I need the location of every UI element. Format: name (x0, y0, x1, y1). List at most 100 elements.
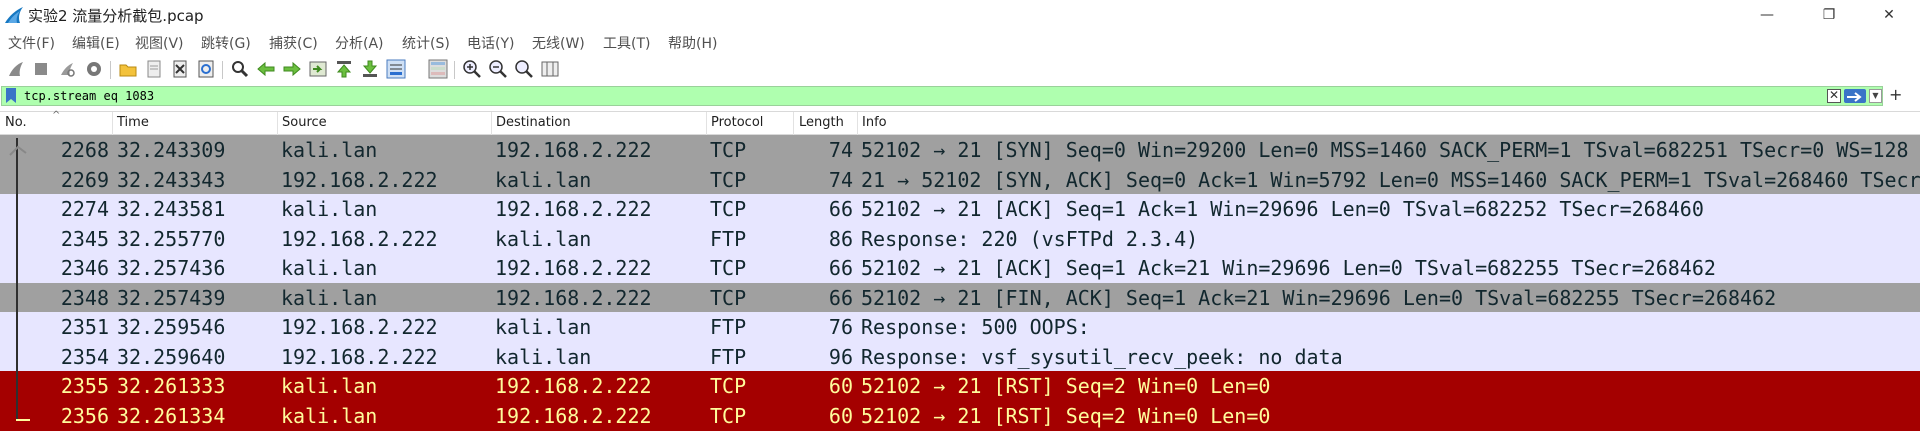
bookmark-icon[interactable] (6, 88, 16, 103)
packet-time: 32.243343 (117, 167, 226, 192)
apply-filter-button[interactable] (1844, 89, 1866, 103)
packet-time: 32.255770 (117, 226, 226, 251)
column-header-source[interactable]: Source (282, 115, 327, 130)
open-file-icon[interactable] (118, 59, 138, 79)
maximize-button[interactable]: ❐ (1800, 0, 1858, 30)
packet-protocol: TCP (710, 138, 747, 162)
packet-protocol: TCP (710, 374, 747, 398)
packet-info: 52102 → 21 [RST] Seq=2 Win=0 Len=0 (861, 403, 1271, 428)
column-divider[interactable] (112, 112, 113, 136)
packet-row[interactable]: 2345 32.255770 192.168.2.222 kali.lan FT… (0, 223, 1920, 254)
packet-row[interactable]: 2268 32.243309 kali.lan 192.168.2.222 TC… (0, 135, 1920, 165)
minimize-button[interactable]: — (1738, 0, 1796, 30)
column-divider[interactable] (277, 112, 278, 136)
packet-row[interactable]: 2348 32.257439 kali.lan 192.168.2.222 TC… (0, 282, 1920, 313)
packet-source: kali.lan (281, 197, 378, 221)
toolbar-separator (222, 61, 223, 79)
packet-protocol: FTP (710, 226, 747, 251)
toolbar-separator (110, 61, 111, 79)
colorize-icon[interactable] (428, 59, 448, 79)
packet-destination: kali.lan (495, 167, 592, 192)
packet-protocol: TCP (710, 285, 747, 310)
add-filter-button[interactable]: + (1889, 85, 1902, 104)
packet-row[interactable]: 2351 32.259546 192.168.2.222 kali.lan FT… (0, 312, 1920, 342)
autoscroll-icon[interactable] (386, 59, 406, 79)
menu-help[interactable]: 帮助(H) (668, 33, 717, 53)
packet-length: 74 (828, 138, 853, 162)
column-divider[interactable] (706, 112, 707, 136)
save-file-icon[interactable] (144, 59, 164, 79)
menu-view[interactable]: 视图(V) (135, 33, 184, 53)
close-file-icon[interactable] (170, 59, 190, 79)
column-divider[interactable] (491, 112, 492, 136)
find-packet-icon[interactable] (230, 59, 250, 79)
packet-length: 74 (828, 167, 853, 192)
packet-length: 66 (828, 197, 853, 221)
sort-ascending-icon: ^ (52, 110, 61, 121)
chevron-down-icon: ▼ (1872, 91, 1879, 100)
packet-row[interactable]: 2355 32.261333 kali.lan 192.168.2.222 TC… (0, 371, 1920, 401)
reload-file-icon[interactable] (196, 59, 216, 79)
display-filter-input[interactable]: tcp.stream eq 1083 (24, 89, 154, 103)
menu-go[interactable]: 跳转(G) (201, 33, 251, 53)
packet-row[interactable]: 2274 32.243581 kali.lan 192.168.2.222 TC… (0, 194, 1920, 224)
packet-source: 192.168.2.222 (281, 344, 438, 369)
packet-time: 32.243309 (117, 138, 226, 162)
go-to-packet-icon[interactable] (308, 59, 328, 79)
packet-destination: kali.lan (495, 226, 592, 251)
zoom-out-icon[interactable] (488, 59, 508, 79)
normal-size-icon[interactable] (514, 59, 534, 79)
start-capture-icon[interactable] (6, 59, 26, 79)
go-back-icon[interactable] (256, 59, 276, 79)
last-packet-icon[interactable] (360, 59, 380, 79)
resize-columns-icon[interactable] (540, 59, 560, 79)
packet-destination: 192.168.2.222 (495, 374, 652, 398)
column-header-protocol[interactable]: Protocol (711, 115, 763, 130)
packet-protocol: TCP (710, 197, 747, 221)
conversation-bracket-end (16, 419, 30, 421)
maximize-icon: ❐ (1822, 7, 1836, 23)
packet-info: 52102 → 21 [RST] Seq=2 Win=0 Len=0 (861, 374, 1271, 398)
packet-info: Response: 500 OOPS: (861, 315, 1090, 339)
packet-time: 32.261334 (117, 403, 226, 428)
menu-edit[interactable]: 编辑(E) (72, 33, 120, 53)
go-forward-icon[interactable] (282, 59, 302, 79)
menu-wireless[interactable]: 无线(W) (532, 33, 585, 53)
column-header-destination[interactable]: Destination (496, 115, 571, 130)
packet-row[interactable]: 2354 32.259640 192.168.2.222 kali.lan FT… (0, 341, 1920, 372)
column-header-time[interactable]: Time (117, 115, 149, 130)
packet-row[interactable]: 2269 32.243343 192.168.2.222 kali.lan TC… (0, 164, 1920, 195)
zoom-in-icon[interactable] (462, 59, 482, 79)
conversation-start-icon (9, 145, 27, 156)
menu-analyze[interactable]: 分析(A) (335, 33, 384, 53)
packet-info: Response: 220 (vsFTPd 2.3.4) (861, 226, 1199, 251)
packet-destination: 192.168.2.222 (495, 197, 652, 221)
packet-list: 2268 32.243309 kali.lan 192.168.2.222 TC… (0, 135, 1920, 435)
conversation-bracket (16, 138, 18, 421)
menu-telephony[interactable]: 电话(Y) (467, 33, 514, 53)
clear-filter-button[interactable]: ✕ (1827, 89, 1841, 103)
restart-capture-icon[interactable] (57, 59, 77, 79)
packet-row[interactable]: 2346 32.257436 kali.lan 192.168.2.222 TC… (0, 253, 1920, 283)
packet-source: 192.168.2.222 (281, 167, 438, 192)
column-header-length[interactable]: Length (799, 115, 844, 130)
first-packet-icon[interactable] (334, 59, 354, 79)
packet-row[interactable]: 2356 32.261334 kali.lan 192.168.2.222 TC… (0, 400, 1920, 431)
capture-options-icon[interactable] (84, 59, 104, 79)
column-header-info[interactable]: Info (862, 115, 887, 130)
packet-protocol: FTP (710, 344, 747, 369)
packet-time: 32.243581 (117, 197, 226, 221)
stop-capture-icon[interactable] (31, 59, 51, 79)
menu-tools[interactable]: 工具(T) (603, 33, 650, 53)
column-header-no[interactable]: No. (5, 115, 27, 130)
display-filter-bar: tcp.stream eq 1083 ✕ ▼ (1, 86, 1883, 106)
menu-capture[interactable]: 捕获(C) (269, 33, 318, 53)
column-divider[interactable] (793, 112, 794, 136)
column-divider[interactable] (857, 112, 858, 136)
close-button[interactable]: ✕ (1860, 0, 1918, 30)
menu-statistics[interactable]: 统计(S) (402, 33, 450, 53)
packet-time: 32.261333 (117, 374, 226, 398)
recent-filters-dropdown[interactable]: ▼ (1869, 89, 1882, 103)
menu-file[interactable]: 文件(F) (8, 33, 55, 53)
packet-source: 192.168.2.222 (281, 226, 438, 251)
